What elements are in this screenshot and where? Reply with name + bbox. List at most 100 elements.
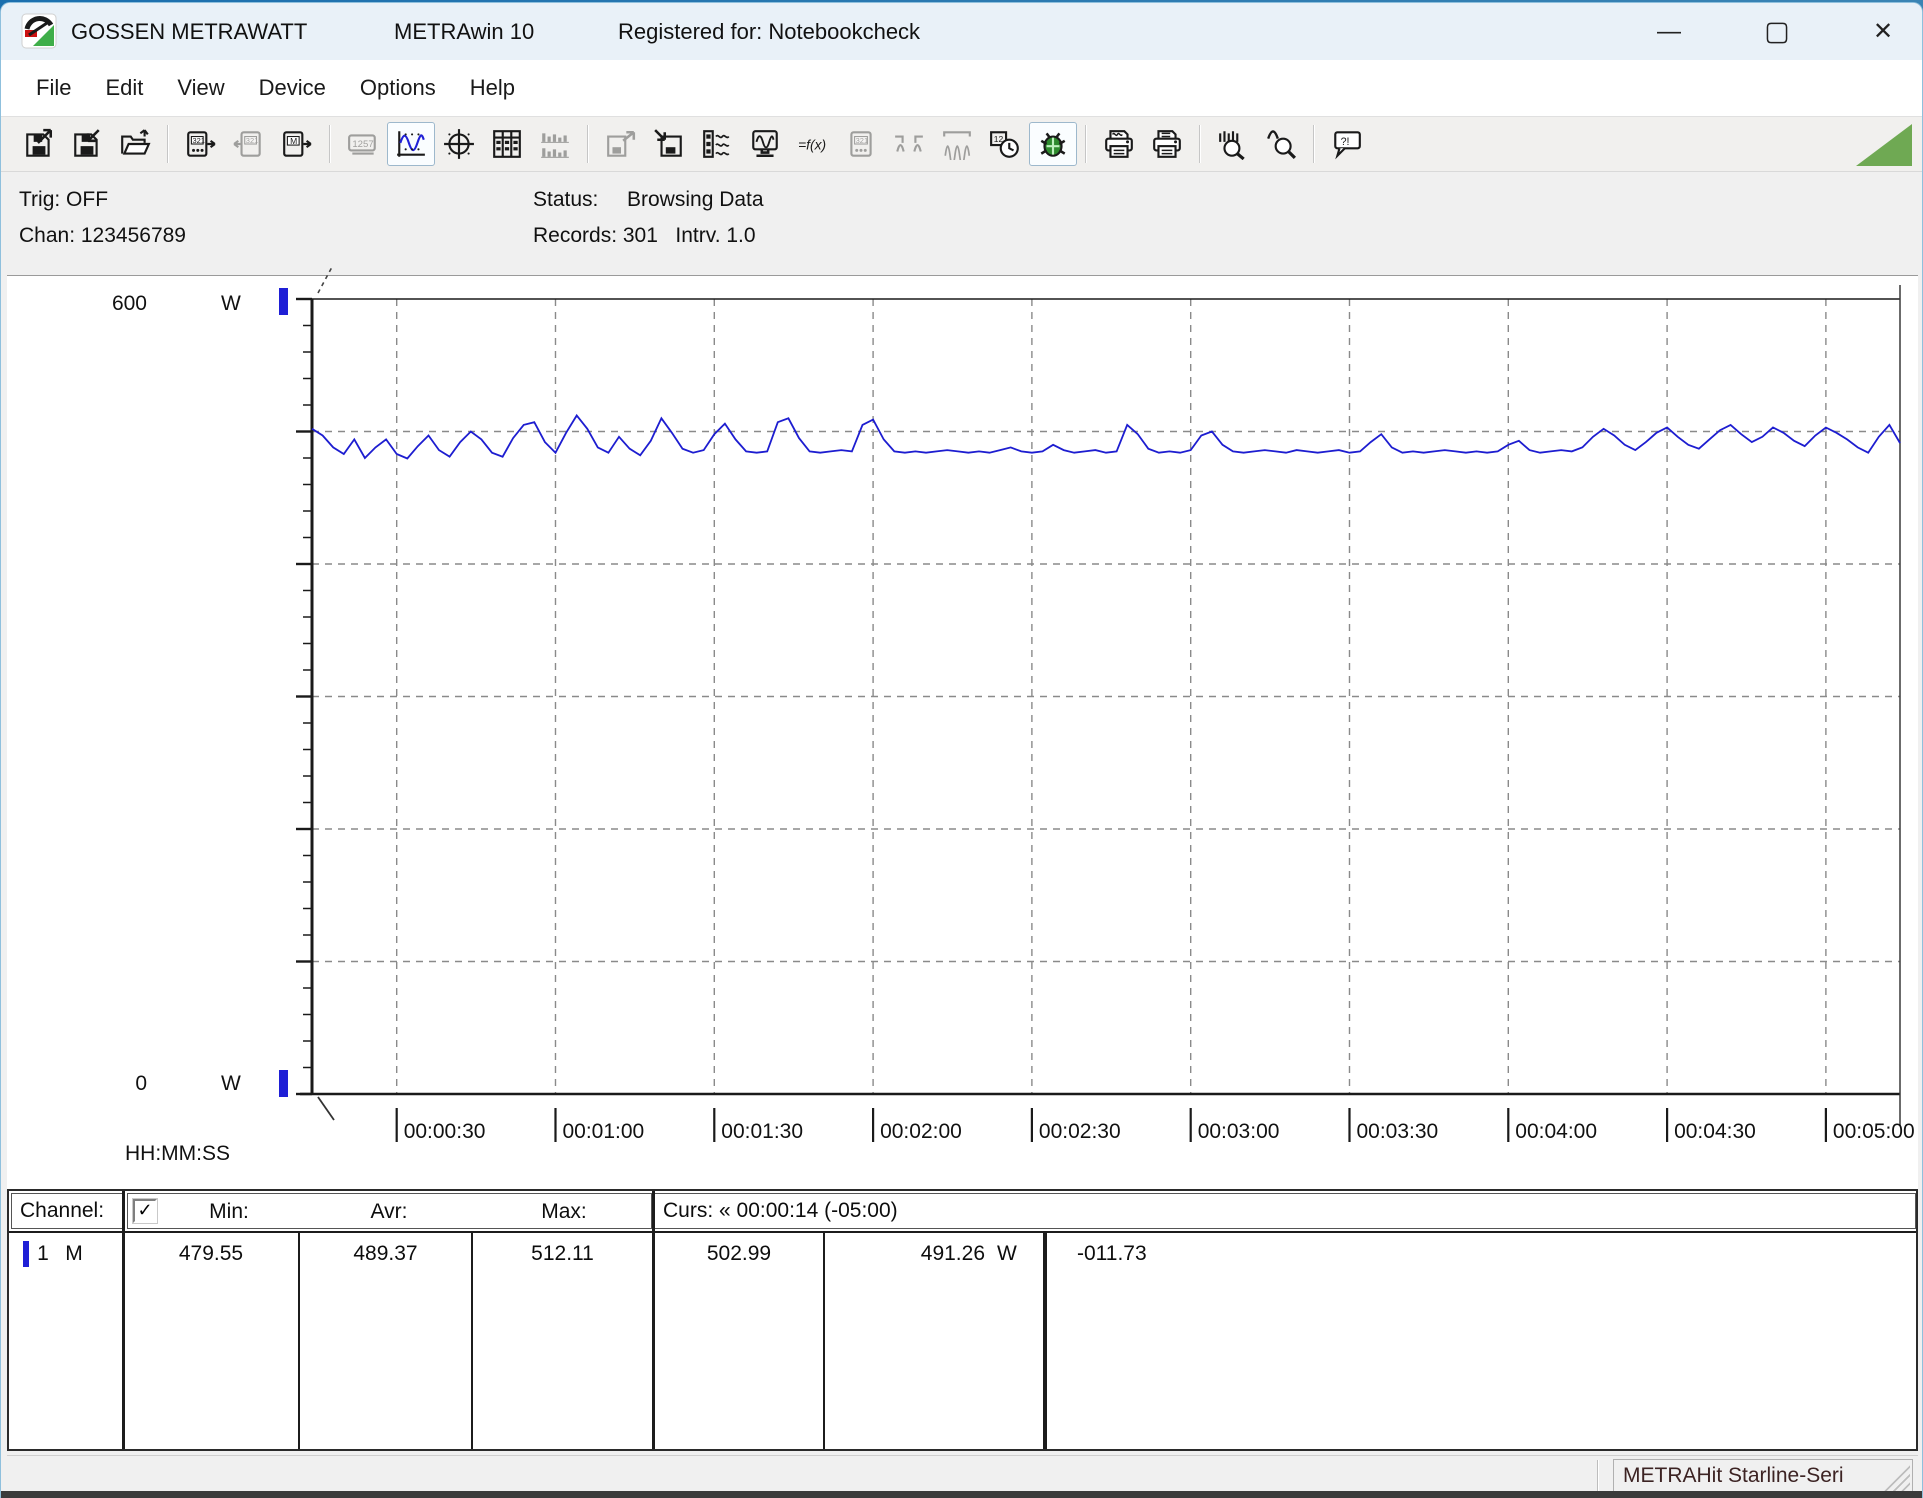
print-chart-button[interactable]: [1095, 122, 1143, 166]
col-header-avr: Avr:: [329, 1197, 449, 1227]
table-view-icon: [491, 128, 523, 160]
toolbar-separator: [1085, 125, 1087, 163]
app-window: GOSSEN METRAWATT METRAwin 10 Registered …: [0, 2, 1923, 1498]
print-button[interactable]: [1143, 122, 1191, 166]
save-export-icon: [23, 128, 55, 160]
menu-item-help[interactable]: Help: [453, 69, 532, 107]
monitor-icon: [749, 128, 781, 160]
row-channel-type: M: [61, 1239, 87, 1269]
status-panel: Trig: OFF Chan: 123456789 Status: Browsi…: [1, 172, 1922, 275]
monitor-button[interactable]: [741, 122, 789, 166]
app-logo-icon: [21, 13, 57, 49]
row-max-value: 512.11: [473, 1239, 652, 1269]
open-file-icon: [119, 128, 151, 160]
row-unit: W: [997, 1239, 1037, 1269]
x-tick-label: 00:01:30: [721, 1120, 803, 1143]
menu-item-options[interactable]: Options: [343, 69, 453, 107]
x-tick-label: 00:03:30: [1356, 1120, 1438, 1143]
registered-title: Registered for: Notebookcheck: [618, 3, 920, 60]
zoom-in-wave-icon: [1217, 128, 1249, 160]
device-name: METRAHit Starline-Seri: [1623, 1464, 1844, 1488]
status-bar: METRAHit Starline-Seri: [7, 1455, 1918, 1496]
read-device-m-button[interactable]: M: [273, 122, 321, 166]
save-export-button[interactable]: [15, 122, 63, 166]
read-device-321-button[interactable]: 321: [177, 122, 225, 166]
resize-grip[interactable]: [1880, 1464, 1910, 1492]
menu-item-device[interactable]: Device: [242, 69, 343, 107]
chart-panel: 600 W 0 W HH:MM:SS 00:00:3000:01:0000:01…: [7, 275, 1918, 1189]
power-trace-line: [312, 416, 1900, 459]
display-1257-button: 1257: [339, 122, 387, 166]
schedule-button[interactable]: 12: [981, 122, 1029, 166]
trig-status: Trig: OFF: [19, 188, 108, 212]
menu-item-view[interactable]: View: [160, 69, 241, 107]
table-vline: [1043, 1231, 1047, 1449]
histogram-button: [531, 122, 579, 166]
status-value: Browsing Data: [627, 188, 764, 212]
xy-chart-button[interactable]: [435, 122, 483, 166]
toolbar-separator: [167, 125, 169, 163]
close-button[interactable]: ✕: [1851, 3, 1915, 60]
row-cursor2-value: 491.26: [825, 1239, 985, 1269]
xy-chart-icon: [443, 128, 475, 160]
table-view-button[interactable]: [483, 122, 531, 166]
toolbar: 321 321 M 1257 =f(x) 321 12?!: [1, 116, 1922, 172]
schedule-icon: 12: [989, 128, 1021, 160]
open-file-button[interactable]: [111, 122, 159, 166]
row-channel-color: [23, 1241, 29, 1267]
formula-button[interactable]: =f(x): [789, 122, 837, 166]
display-1257-icon: 1257: [347, 128, 379, 160]
col-header-cursor: Curs: « 00:00:14 (-05:00): [652, 1193, 1916, 1229]
menu-item-edit[interactable]: Edit: [88, 69, 160, 107]
zoom-out-wave-button[interactable]: [1257, 122, 1305, 166]
menu-item-file[interactable]: File: [19, 69, 88, 107]
svg-text:321: 321: [856, 136, 868, 145]
maximize-button[interactable]: ▢: [1745, 3, 1809, 60]
svg-text:=f(x): =f(x): [798, 136, 826, 152]
yt-chart-button[interactable]: [387, 122, 435, 166]
chan-status: Chan: 123456789: [19, 224, 186, 248]
window-bottom-edge: [1, 1491, 1922, 1498]
bug-button[interactable]: [1029, 122, 1077, 166]
row-min-value: 479.55: [124, 1239, 298, 1269]
read-device-321-icon: 321: [185, 128, 217, 160]
minimize-button[interactable]: —: [1637, 3, 1701, 60]
export-data-icon: [605, 128, 637, 160]
x-tick-label: 00:01:00: [562, 1120, 644, 1143]
title-bar[interactable]: GOSSEN METRAWATT METRAwin 10 Registered …: [1, 3, 1922, 60]
channel-list-icon: [701, 128, 733, 160]
channel-list-button[interactable]: [693, 122, 741, 166]
save-import-icon: [71, 128, 103, 160]
col-header-channel: Channel:: [11, 1193, 124, 1229]
import-data-button[interactable]: [645, 122, 693, 166]
write-device-321-icon: 321: [233, 128, 265, 160]
device-settings-icon: 321: [845, 128, 877, 160]
col-header-min: Min:: [169, 1197, 289, 1227]
x-tick-label: 00:04:30: [1674, 1120, 1756, 1143]
table-header-divider: [9, 1231, 1916, 1233]
row-channel-number: 1: [33, 1239, 53, 1269]
y-axis-unit-top: W: [221, 292, 241, 316]
zoom-in-wave-button[interactable]: [1209, 122, 1257, 166]
device-settings-button: 321: [837, 122, 885, 166]
svg-text:321: 321: [192, 136, 204, 145]
menu-bar: FileEditViewDeviceOptionsHelp: [1, 60, 1922, 116]
x-tick-label: 00:03:00: [1198, 1120, 1280, 1143]
toolbar-separator: [1313, 125, 1315, 163]
toolbar-separator: [1199, 125, 1201, 163]
save-import-button[interactable]: [63, 122, 111, 166]
x-tick-label: 00:00:30: [404, 1120, 486, 1143]
toolbar-separator: [587, 125, 589, 163]
toolbar-separator: [329, 125, 331, 163]
status-label: Status:: [533, 188, 598, 212]
vendor-title: GOSSEN METRAWATT: [71, 3, 307, 60]
help-bubble-button[interactable]: ?!: [1323, 122, 1371, 166]
bug-icon: [1037, 128, 1069, 160]
col-header-max: Max:: [504, 1197, 624, 1227]
chart-plot[interactable]: 00:00:3000:01:0000:01:3000:02:0000:02:30…: [267, 276, 1923, 1190]
svg-text:?!: ?!: [1341, 136, 1350, 148]
row-cursor1-value: 502.99: [655, 1239, 823, 1269]
channel-checkbox[interactable]: ✓: [133, 1199, 157, 1223]
svg-text:321: 321: [246, 136, 258, 145]
zoom-out-wave-icon: [1265, 128, 1297, 160]
